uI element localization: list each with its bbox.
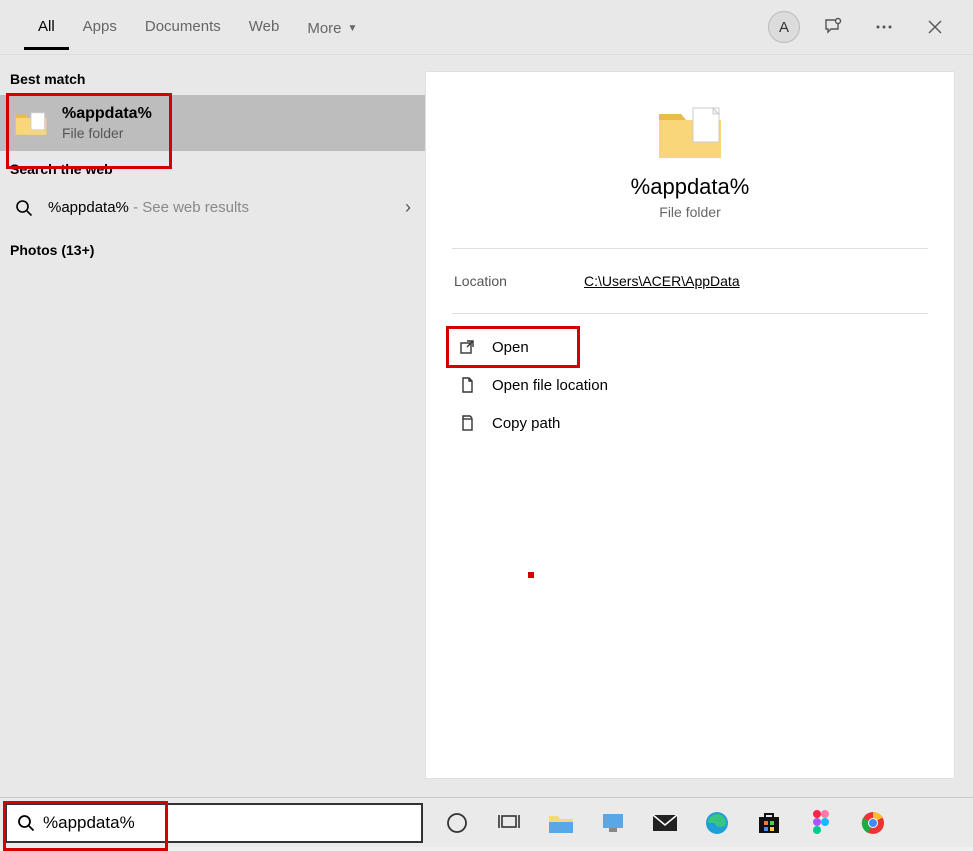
web-result-text: %appdata% - See web results: [48, 199, 249, 216]
web-result-item[interactable]: %appdata% - See web results ›: [0, 185, 425, 230]
more-options-icon[interactable]: [866, 9, 902, 45]
chevron-down-icon: ▼: [348, 23, 358, 34]
tabs-row: All Apps Documents Web More ▼ A: [0, 0, 973, 55]
web-suffix: - See web results: [129, 199, 249, 216]
best-match-item[interactable]: %appdata% File folder: [0, 95, 425, 151]
preview-pane: %appdata% File folder Location C:\Users\…: [425, 71, 955, 779]
action-open-location[interactable]: Open file location: [452, 366, 928, 404]
action-open-location-label: Open file location: [492, 377, 608, 394]
tab-web[interactable]: Web: [235, 4, 294, 50]
copy-icon: [458, 414, 476, 432]
task-view-icon[interactable]: [487, 801, 531, 845]
best-match-label: Best match: [0, 71, 425, 95]
preview-title: %appdata%: [631, 174, 750, 200]
preview-header: %appdata% File folder: [452, 102, 928, 249]
chevron-right-icon: ›: [405, 197, 411, 218]
file-location-icon: [458, 376, 476, 394]
chrome-icon[interactable]: [851, 801, 895, 845]
action-copy-path-label: Copy path: [492, 415, 560, 432]
best-match-title: %appdata%: [62, 105, 152, 123]
tabs: All Apps Documents Web More ▼: [0, 4, 371, 50]
best-match-text: %appdata% File folder: [62, 105, 152, 141]
preview-subtitle: File folder: [659, 204, 720, 220]
taskbar-search-box[interactable]: [5, 803, 423, 843]
microsoft-store-icon[interactable]: [747, 801, 791, 845]
tabs-right: A: [768, 9, 973, 45]
folder-icon: [655, 102, 725, 162]
edge-icon[interactable]: [695, 801, 739, 845]
results-column: Best match %appdata% File folder Search …: [0, 55, 425, 797]
photos-label[interactable]: Photos (13+): [0, 230, 425, 270]
search-icon: [14, 198, 34, 218]
tab-more[interactable]: More ▼: [293, 4, 371, 50]
folder-icon: [14, 109, 48, 137]
action-copy-path[interactable]: Copy path: [452, 404, 928, 442]
location-value[interactable]: C:\Users\ACER\AppData: [584, 273, 740, 289]
open-external-icon: [458, 338, 476, 356]
tab-documents[interactable]: Documents: [131, 4, 235, 50]
taskbar: [0, 797, 973, 847]
tab-more-label: More: [307, 20, 341, 37]
web-query: %appdata%: [48, 199, 129, 216]
content-row: Best match %appdata% File folder Search …: [0, 55, 973, 797]
user-avatar[interactable]: A: [768, 11, 800, 43]
search-panel: All Apps Documents Web More ▼ A: [0, 0, 973, 797]
cortana-icon[interactable]: [435, 801, 479, 845]
action-open-label: Open: [492, 339, 529, 356]
actions-list: Open Open file location Copy path: [452, 314, 928, 456]
action-open[interactable]: Open: [452, 328, 928, 366]
tab-apps[interactable]: Apps: [69, 4, 131, 50]
task-icons: [435, 801, 895, 845]
location-row: Location C:\Users\ACER\AppData: [452, 249, 928, 314]
figma-icon[interactable]: [799, 801, 843, 845]
search-input[interactable]: [43, 813, 411, 833]
app-icon-1[interactable]: [591, 801, 635, 845]
location-label: Location: [454, 273, 584, 289]
file-explorer-icon[interactable]: [539, 801, 583, 845]
search-icon: [17, 814, 35, 832]
close-icon[interactable]: [917, 9, 953, 45]
search-web-label: Search the web: [0, 161, 425, 185]
tab-all[interactable]: All: [24, 4, 69, 50]
feedback-icon[interactable]: [815, 9, 851, 45]
best-match-subtitle: File folder: [62, 125, 152, 141]
mail-icon[interactable]: [643, 801, 687, 845]
annotation-dot: [528, 572, 534, 578]
